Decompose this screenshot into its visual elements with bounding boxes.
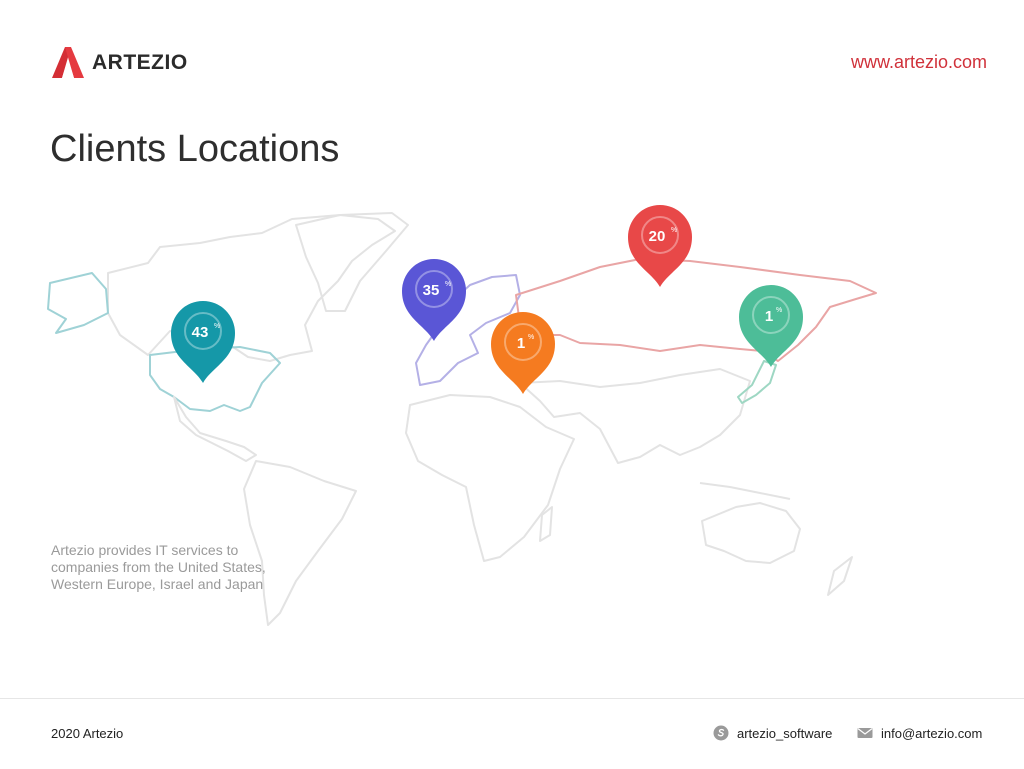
pin-russia[interactable]: 20 %: [628, 205, 692, 287]
email-contact[interactable]: info@artezio.com: [857, 725, 982, 741]
asia-outline: [519, 368, 751, 464]
skype-handle: artezio_software: [737, 725, 833, 741]
australia-outline: [701, 502, 801, 564]
logo[interactable]: ARTEZIO: [52, 47, 188, 78]
pin-japan-unit: %: [776, 307, 782, 314]
artezio-logo-icon: [52, 47, 84, 78]
website-link[interactable]: www.artezio.com: [851, 52, 987, 73]
header: ARTEZIO www.artezio.com: [0, 0, 1024, 110]
russia-outline[interactable]: [515, 258, 877, 362]
copyright-text: 2020 Artezio: [51, 726, 124, 741]
skype-icon: [713, 725, 729, 741]
japan-outline[interactable]: [737, 360, 777, 404]
pin-usa-value: 43: [192, 324, 209, 341]
indonesia-outline: [699, 482, 791, 500]
logo-text: ARTEZIO: [92, 50, 188, 74]
pin-japan[interactable]: 1 %: [739, 285, 803, 367]
description-text: Artezio provides IT services to companie…: [51, 542, 266, 592]
nz-outline: [827, 556, 853, 596]
email-address: info@artezio.com: [881, 725, 983, 741]
envelope-icon: [857, 728, 873, 738]
pin-russia-value: 20: [649, 228, 666, 245]
pin-israel-value: 1: [517, 335, 525, 352]
footer: 2020 Artezio artezio_software info@artez…: [0, 698, 1024, 769]
pin-western-europe-unit: %: [445, 281, 451, 288]
pin-israel-unit: %: [528, 334, 534, 341]
pin-usa[interactable]: 43 %: [171, 301, 235, 383]
skype-contact[interactable]: artezio_software: [713, 725, 832, 741]
pin-russia-unit: %: [671, 227, 677, 234]
alaska-outline[interactable]: [47, 272, 109, 334]
pin-usa-unit: %: [214, 323, 220, 330]
pin-western-europe[interactable]: 35 %: [402, 259, 466, 341]
canada-outline: [107, 214, 396, 362]
pin-western-europe-value: 35: [423, 282, 440, 299]
pin-japan-value: 1: [765, 308, 773, 325]
page-title: Clients Locations: [50, 128, 340, 170]
